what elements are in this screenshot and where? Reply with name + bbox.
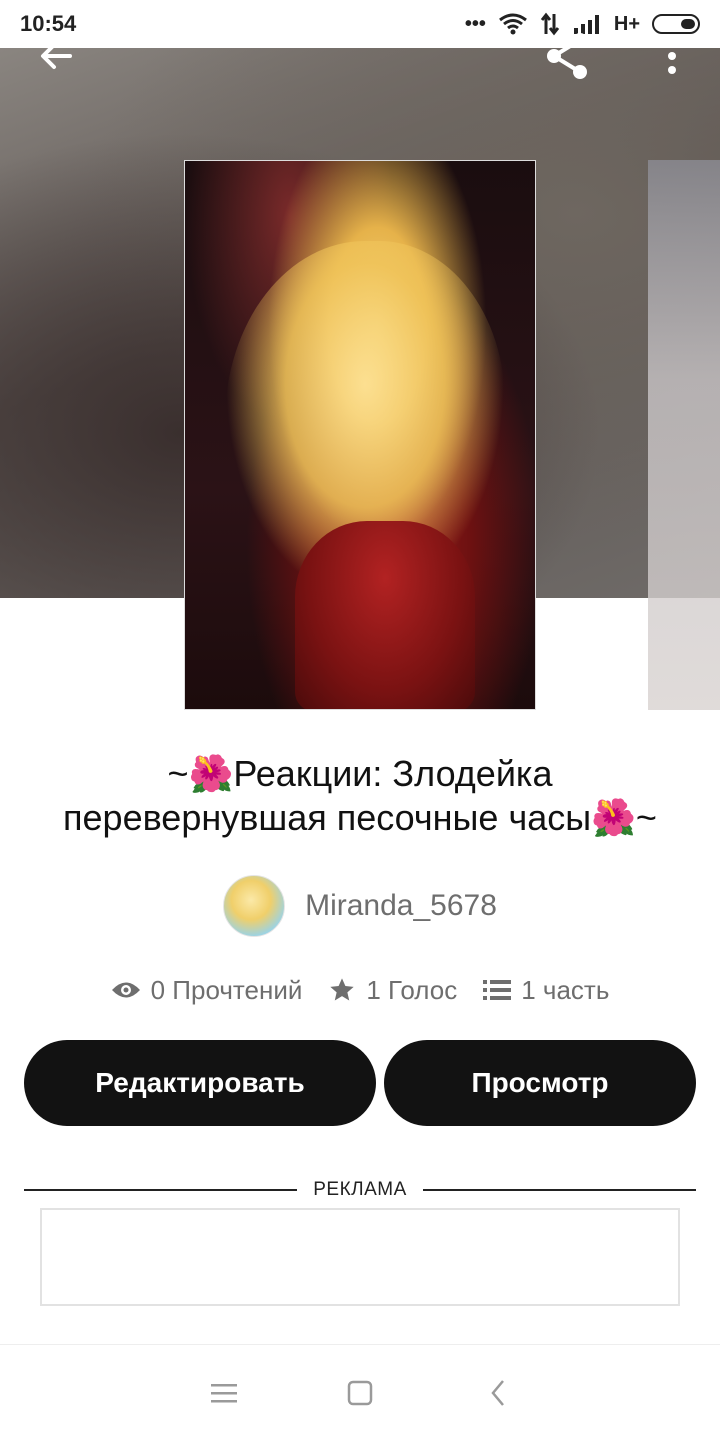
square-home-icon	[347, 1380, 373, 1406]
ad-label-row: РЕКЛАМА	[24, 1176, 696, 1204]
cover-art-dress	[295, 521, 475, 709]
story-stats: 0 Прочтений 1 Голос 1 часть	[0, 968, 720, 1012]
author-avatar[interactable]	[223, 875, 286, 937]
notification-dots-icon: •••	[464, 12, 486, 35]
share-icon	[547, 33, 587, 79]
ad-divider-right	[422, 1189, 696, 1191]
system-nav-bar	[0, 1344, 720, 1441]
wifi-icon	[498, 13, 527, 35]
arrow-left-icon	[41, 43, 72, 69]
star-icon	[330, 978, 355, 1001]
more-options-button[interactable]	[644, 28, 700, 84]
story-title: ~🌺Реакции: Злодейка перевернувшая песочн…	[20, 752, 700, 840]
menu-icon	[211, 1384, 237, 1403]
ad-slot[interactable]	[40, 1208, 680, 1306]
network-type: H+	[613, 12, 640, 35]
back-button[interactable]	[28, 28, 84, 84]
share-button[interactable]	[540, 28, 596, 84]
more-vertical-icon	[668, 38, 676, 74]
stat-reads-label: 0 Прочтений	[150, 974, 303, 1005]
story-title-line-1: ~🌺Реакции: Злодейка	[167, 753, 553, 794]
status-bar: 10:54 ••• H+	[0, 0, 720, 48]
stat-votes-label: 1 Голос	[366, 974, 458, 1005]
eye-icon	[111, 982, 140, 998]
nav-menu-button[interactable]	[198, 1367, 250, 1419]
list-icon	[483, 980, 512, 1000]
nav-home-button[interactable]	[334, 1367, 386, 1419]
nav-back-button[interactable]	[472, 1367, 524, 1419]
stat-parts-label: 1 часть	[521, 974, 610, 1005]
ad-divider-left	[24, 1189, 298, 1191]
stat-reads: 0 Прочтений	[111, 974, 303, 1006]
view-button[interactable]: Просмотр	[384, 1040, 696, 1126]
edit-button[interactable]: Редактировать	[24, 1040, 376, 1126]
chevron-left-icon	[491, 1380, 504, 1406]
author-row[interactable]: Miranda_5678	[0, 874, 720, 938]
stat-parts: 1 часть	[483, 975, 609, 1006]
next-story-cover[interactable]	[648, 160, 720, 710]
ad-label: РЕКЛАМА	[313, 1179, 407, 1200]
story-title-line-2: перевернувшая песочные часы🌺~	[63, 797, 657, 838]
story-cover-image[interactable]	[184, 160, 536, 710]
stat-votes: 1 Голос	[328, 975, 457, 1006]
author-name[interactable]: Miranda_5678	[305, 889, 497, 923]
